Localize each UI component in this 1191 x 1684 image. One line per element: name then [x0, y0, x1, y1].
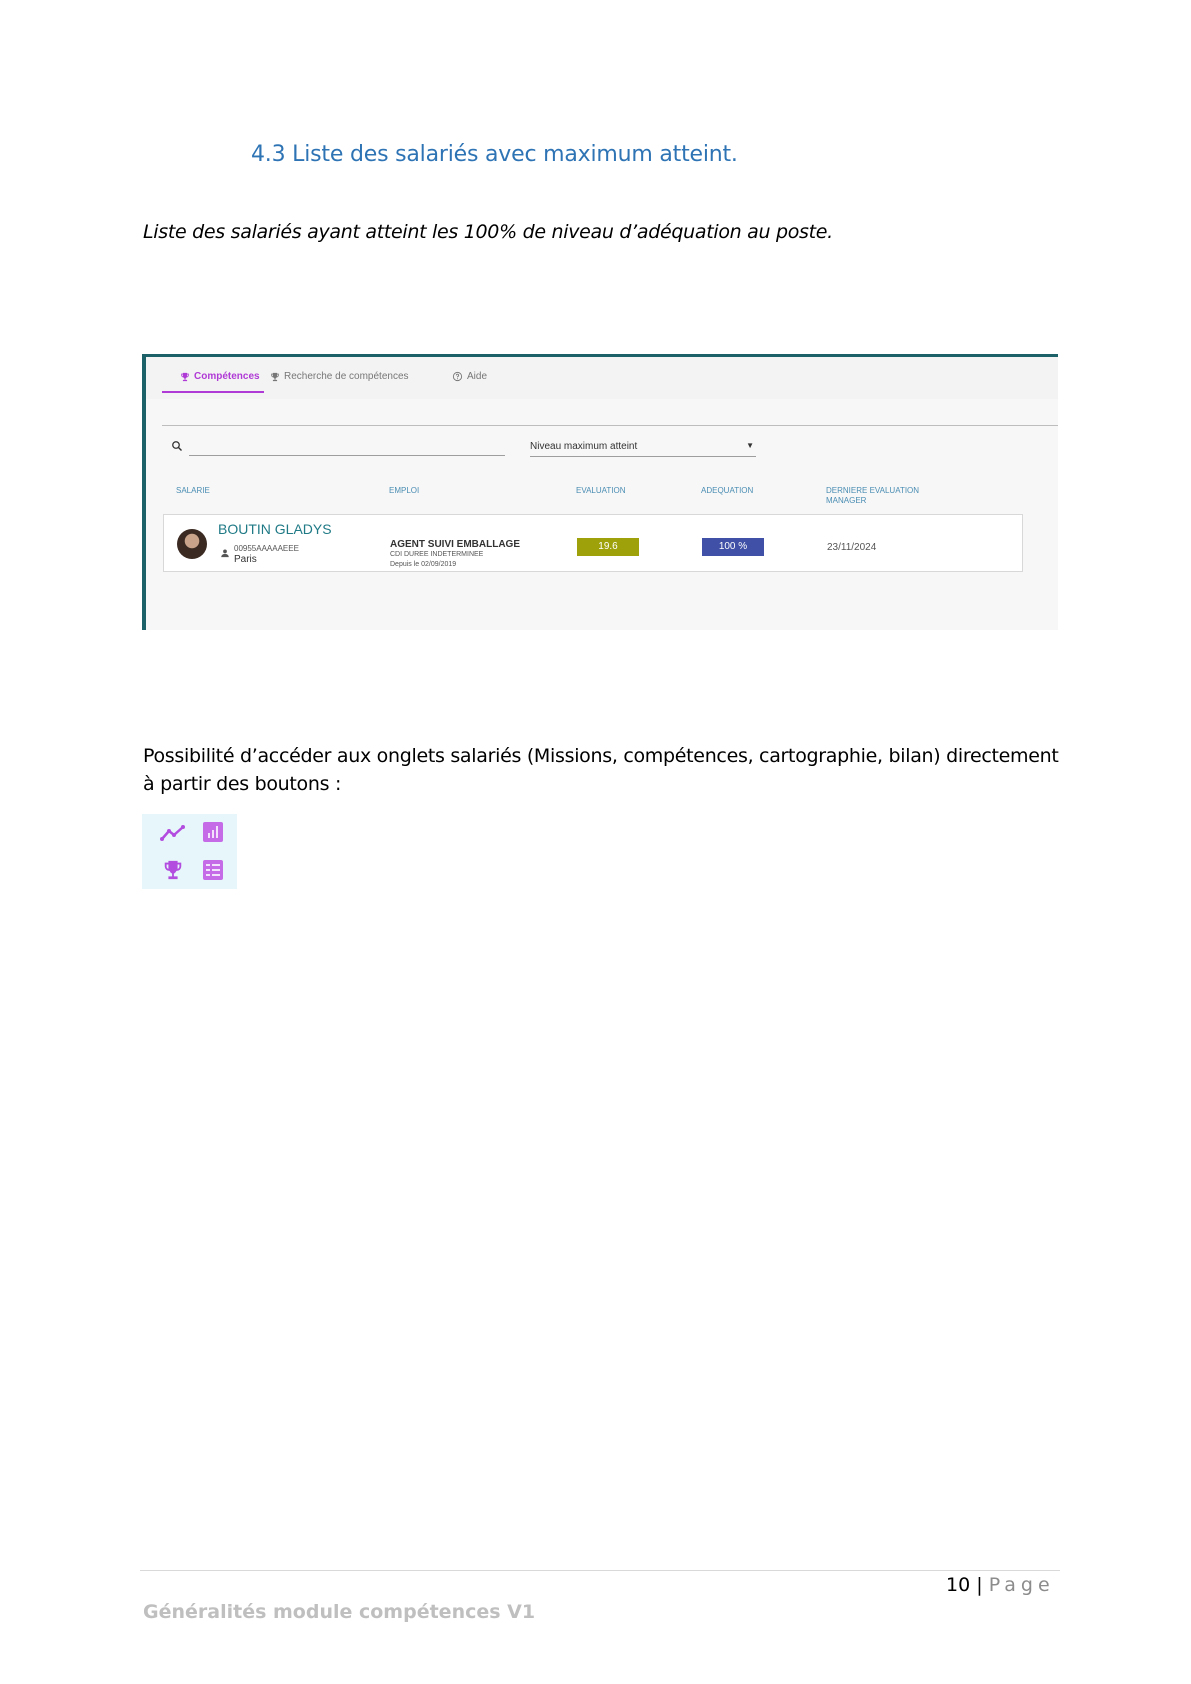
active-tab-indicator	[162, 391, 264, 393]
filter-select[interactable]: Niveau maximum atteint ▼	[530, 441, 756, 457]
last-evaluation-date: 23/11/2024	[827, 542, 877, 553]
tab-aide[interactable]: Aide	[452, 371, 487, 382]
trophy-icon	[181, 372, 189, 381]
paragraph-text: Possibilité d’accéder aux onglets salari…	[143, 745, 1059, 795]
footer-divider	[140, 1570, 1060, 1571]
frame-accent	[142, 612, 146, 630]
tab-label: Recherche de compétences	[284, 371, 409, 382]
page-number-value: 10	[946, 1574, 971, 1596]
trend-line-icon[interactable]	[160, 824, 186, 842]
intro-text: Liste des salariés ayant atteint les 100…	[143, 221, 833, 243]
tab-recherche-competences[interactable]: Recherche de compétences	[270, 371, 409, 382]
trophy-icon	[271, 372, 279, 381]
employee-city: Paris	[234, 554, 257, 565]
tab-competences[interactable]: Compétences	[180, 371, 260, 382]
action-buttons	[142, 814, 237, 889]
job-since: Depuis le 02/09/2019	[390, 561, 457, 568]
search-input[interactable]	[189, 455, 505, 456]
evaluation-badge: 19.6	[577, 538, 639, 556]
embedded-screenshot: Compétences Recherche de compétences Aid…	[142, 354, 1058, 630]
column-header-evaluation: EVALUATION	[576, 486, 626, 495]
trophy-icon[interactable]	[162, 859, 184, 881]
employee-id: 00955AAAAAEEE	[234, 544, 299, 553]
footer-doc-title: Généralités module compétences V1	[143, 1601, 536, 1623]
column-header-derniere-evaluation: DERNIERE EVALUATION MANAGER	[826, 486, 920, 505]
column-header-adequation: ADEQUATION	[701, 486, 754, 495]
table-icon[interactable]	[202, 859, 224, 881]
job-contract: CDI DUREE INDETERMINEE	[390, 551, 484, 558]
job-title: AGENT SUIVI EMBALLAGE	[390, 539, 521, 550]
tab-bar: Compétences Recherche de compétences Aid…	[146, 357, 1058, 399]
person-icon	[221, 549, 229, 558]
page-label: Page	[988, 1574, 1055, 1596]
adequation-badge: 100 %	[702, 538, 764, 556]
page-number: 10 | Page	[946, 1574, 1055, 1596]
column-header-emploi: EMPLOI	[389, 486, 420, 495]
tab-label: Compétences	[194, 371, 260, 382]
filter-value: Niveau maximum atteint	[530, 441, 638, 452]
column-header-salarie: SALARIE	[176, 486, 210, 495]
table-row[interactable]: BOUTIN GLADYS 00955AAAAAEEE Paris AGENT …	[163, 514, 1023, 572]
page-separator: |	[976, 1574, 983, 1596]
divider	[162, 425, 1058, 426]
search-icon[interactable]	[171, 440, 183, 452]
employee-name[interactable]: BOUTIN GLADYS	[218, 521, 332, 537]
section-heading: 4.3 Liste des salariés avec maximum atte…	[251, 142, 738, 167]
help-circle-icon	[452, 371, 463, 382]
avatar	[177, 529, 207, 559]
tab-label: Aide	[467, 371, 488, 382]
bar-chart-icon[interactable]	[202, 821, 224, 843]
dropdown-arrow-icon: ▼	[746, 441, 754, 450]
